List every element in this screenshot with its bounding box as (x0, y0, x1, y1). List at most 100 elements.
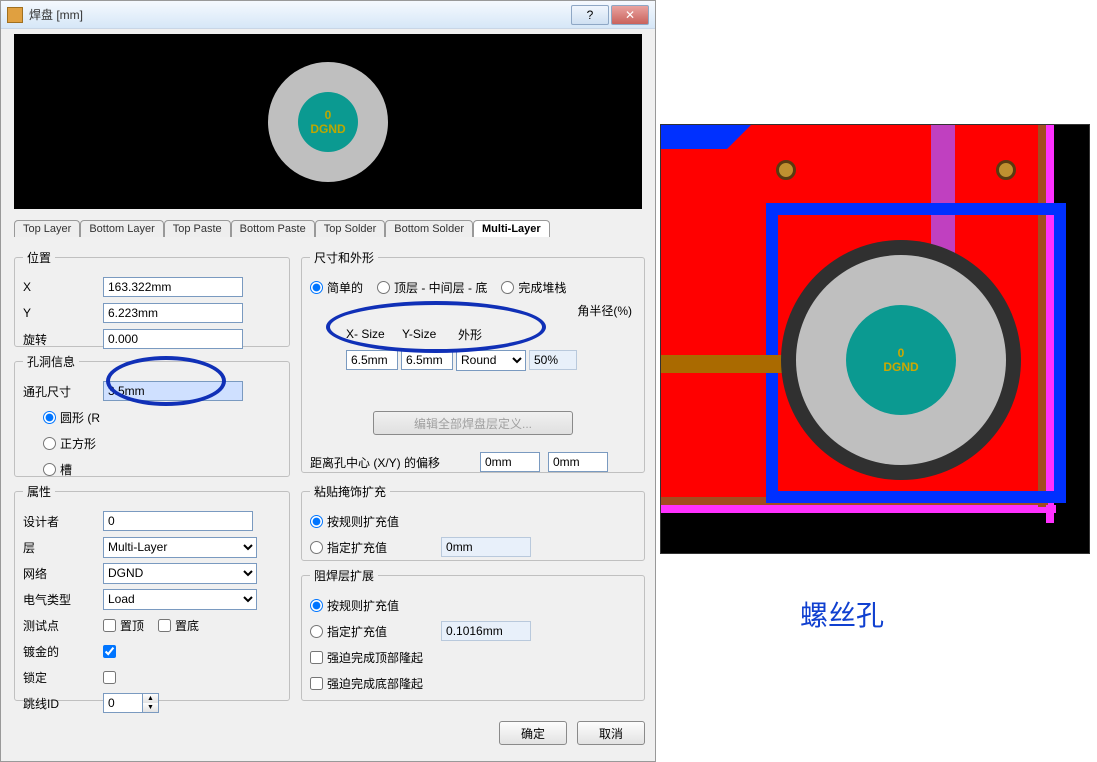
layer-select[interactable]: Multi-Layer (103, 537, 257, 558)
tab-multi-layer[interactable]: Multi-Layer (473, 220, 550, 237)
jumper-input[interactable] (103, 693, 143, 713)
net-label: 网络 (23, 565, 103, 582)
testpoint-top[interactable]: 置顶 (103, 617, 144, 634)
paste-byrule-radio[interactable] (310, 515, 323, 528)
mask-specify[interactable]: 指定扩充值 (310, 623, 387, 640)
tab-top-paste[interactable]: Top Paste (164, 220, 231, 237)
jumper-spinner[interactable]: ▲▼ (103, 693, 159, 713)
attributes-group: 属性 设计者 层 Multi-Layer 网络 DGND 电气类型 Load 测… (14, 483, 290, 701)
mode-simple[interactable]: 简单的 (310, 279, 363, 296)
shape-header: 外形 (458, 326, 518, 343)
annotation-caption: 螺丝孔 (800, 594, 884, 634)
offset-y-input[interactable] (548, 452, 608, 472)
size-shape-group: 尺寸和外形 简单的 顶层 - 中间层 - 底 完成堆栈 角半径(%) X- Si… (301, 249, 645, 473)
x-input[interactable] (103, 277, 243, 297)
x-label: X (23, 280, 103, 294)
hole-size-input[interactable] (103, 381, 243, 401)
titlebar: 焊盘 [mm] ? ✕ (1, 1, 655, 29)
layer-label: 层 (23, 539, 103, 556)
paste-mask-legend: 粘贴掩饰扩充 (310, 483, 390, 500)
paste-mask-group: 粘贴掩饰扩充 按规则扩充值 指定扩充值 (301, 483, 645, 561)
paste-value-input (441, 537, 531, 557)
locked-label: 锁定 (23, 669, 103, 686)
force-top-tent-check[interactable] (310, 651, 323, 664)
force-bottom-tent-check[interactable] (310, 677, 323, 690)
hole-shape-slot[interactable]: 槽 (43, 461, 72, 478)
hole-shape-round-radio[interactable] (43, 411, 56, 424)
tab-bottom-solder[interactable]: Bottom Solder (385, 220, 473, 237)
app-icon (7, 7, 23, 23)
preview-designator: 0 (325, 108, 332, 122)
mask-specify-radio[interactable] (310, 625, 323, 638)
mode-tml-radio[interactable] (377, 281, 390, 294)
shape-select[interactable]: Round (456, 350, 526, 371)
y-label: Y (23, 306, 103, 320)
xsize-header: X- Size (346, 327, 402, 341)
pcb-pad-net: DGND (883, 360, 918, 374)
hole-shape-square-radio[interactable] (43, 437, 56, 450)
force-bottom-tent[interactable]: 强迫完成底部隆起 (310, 675, 423, 692)
tab-bottom-layer[interactable]: Bottom Layer (80, 220, 163, 237)
locked-check[interactable] (103, 671, 116, 684)
plated-label: 镀金的 (23, 643, 103, 660)
paste-byrule[interactable]: 按规则扩充值 (310, 513, 399, 530)
solder-mask-legend: 阻焊层扩展 (310, 567, 378, 584)
size-shape-legend: 尺寸和外形 (310, 249, 378, 266)
rotation-label: 旋转 (23, 331, 103, 348)
testpoint-bottom-check[interactable] (158, 619, 171, 632)
designer-input[interactable] (103, 511, 253, 531)
cancel-button[interactable]: 取消 (577, 721, 645, 745)
mask-byrule[interactable]: 按规则扩充值 (310, 597, 399, 614)
paste-specify[interactable]: 指定扩充值 (310, 539, 387, 556)
ysize-header: Y-Size (402, 327, 458, 341)
attributes-legend: 属性 (23, 483, 55, 500)
corner-radius-input (529, 350, 577, 370)
mode-tml[interactable]: 顶层 - 中间层 - 底 (377, 279, 487, 296)
tab-top-layer[interactable]: Top Layer (14, 220, 80, 237)
xsize-input[interactable] (346, 350, 398, 370)
offset-x-input[interactable] (480, 452, 540, 472)
electype-select[interactable]: Load (103, 589, 257, 610)
hole-size-label: 通孔尺寸 (23, 383, 103, 400)
jumper-down-icon[interactable]: ▼ (143, 703, 158, 712)
pad-outer-ring: 0 DGND (268, 62, 388, 182)
testpoint-label: 测试点 (23, 617, 103, 634)
pad-preview: 0 DGND (14, 34, 642, 209)
hole-shape-square[interactable]: 正方形 (43, 435, 96, 452)
paste-specify-radio[interactable] (310, 541, 323, 554)
corner-radius-label: 角半径(%) (310, 302, 636, 319)
net-select[interactable]: DGND (103, 563, 257, 584)
window-title: 焊盘 [mm] (29, 6, 83, 23)
hole-legend: 孔洞信息 (23, 353, 79, 370)
ok-button[interactable]: 确定 (499, 721, 567, 745)
ysize-input[interactable] (401, 350, 453, 370)
force-top-tent[interactable]: 强迫完成顶部隆起 (310, 649, 423, 666)
mode-simple-radio[interactable] (310, 281, 323, 294)
pcb-preview: ND 0 DGND (660, 124, 1090, 554)
position-group: 位置 X Y 旋转 (14, 249, 290, 347)
jumper-up-icon[interactable]: ▲ (143, 694, 158, 703)
jumper-label: 跳线ID (23, 695, 103, 712)
testpoint-top-check[interactable] (103, 619, 116, 632)
plated-check[interactable] (103, 645, 116, 658)
hole-group: 孔洞信息 通孔尺寸 圆形 (R 正方形 槽 (14, 353, 290, 477)
close-button[interactable]: ✕ (611, 5, 649, 25)
rotation-input[interactable] (103, 329, 243, 349)
mask-value-input (441, 621, 531, 641)
electype-label: 电气类型 (23, 591, 103, 608)
y-input[interactable] (103, 303, 243, 323)
layer-tabs: Top Layer Bottom Layer Top Paste Bottom … (14, 215, 642, 237)
tab-bottom-paste[interactable]: Bottom Paste (231, 220, 315, 237)
edit-all-layers-button: 编辑全部焊盘层定义... (373, 411, 573, 435)
solder-mask-group: 阻焊层扩展 按规则扩充值 指定扩充值 强迫完成顶部隆起 强迫完成底部隆起 (301, 567, 645, 701)
hole-shape-slot-radio[interactable] (43, 463, 56, 476)
mode-full-radio[interactable] (501, 281, 514, 294)
mask-byrule-radio[interactable] (310, 599, 323, 612)
designer-label: 设计者 (23, 513, 103, 530)
help-button[interactable]: ? (571, 5, 609, 25)
hole-shape-round[interactable]: 圆形 (R (43, 409, 100, 426)
pad-dialog: 焊盘 [mm] ? ✕ 0 DGND Top Layer Bottom Laye… (0, 0, 656, 762)
testpoint-bottom[interactable]: 置底 (158, 617, 199, 634)
tab-top-solder[interactable]: Top Solder (315, 220, 386, 237)
mode-full[interactable]: 完成堆栈 (501, 279, 566, 296)
